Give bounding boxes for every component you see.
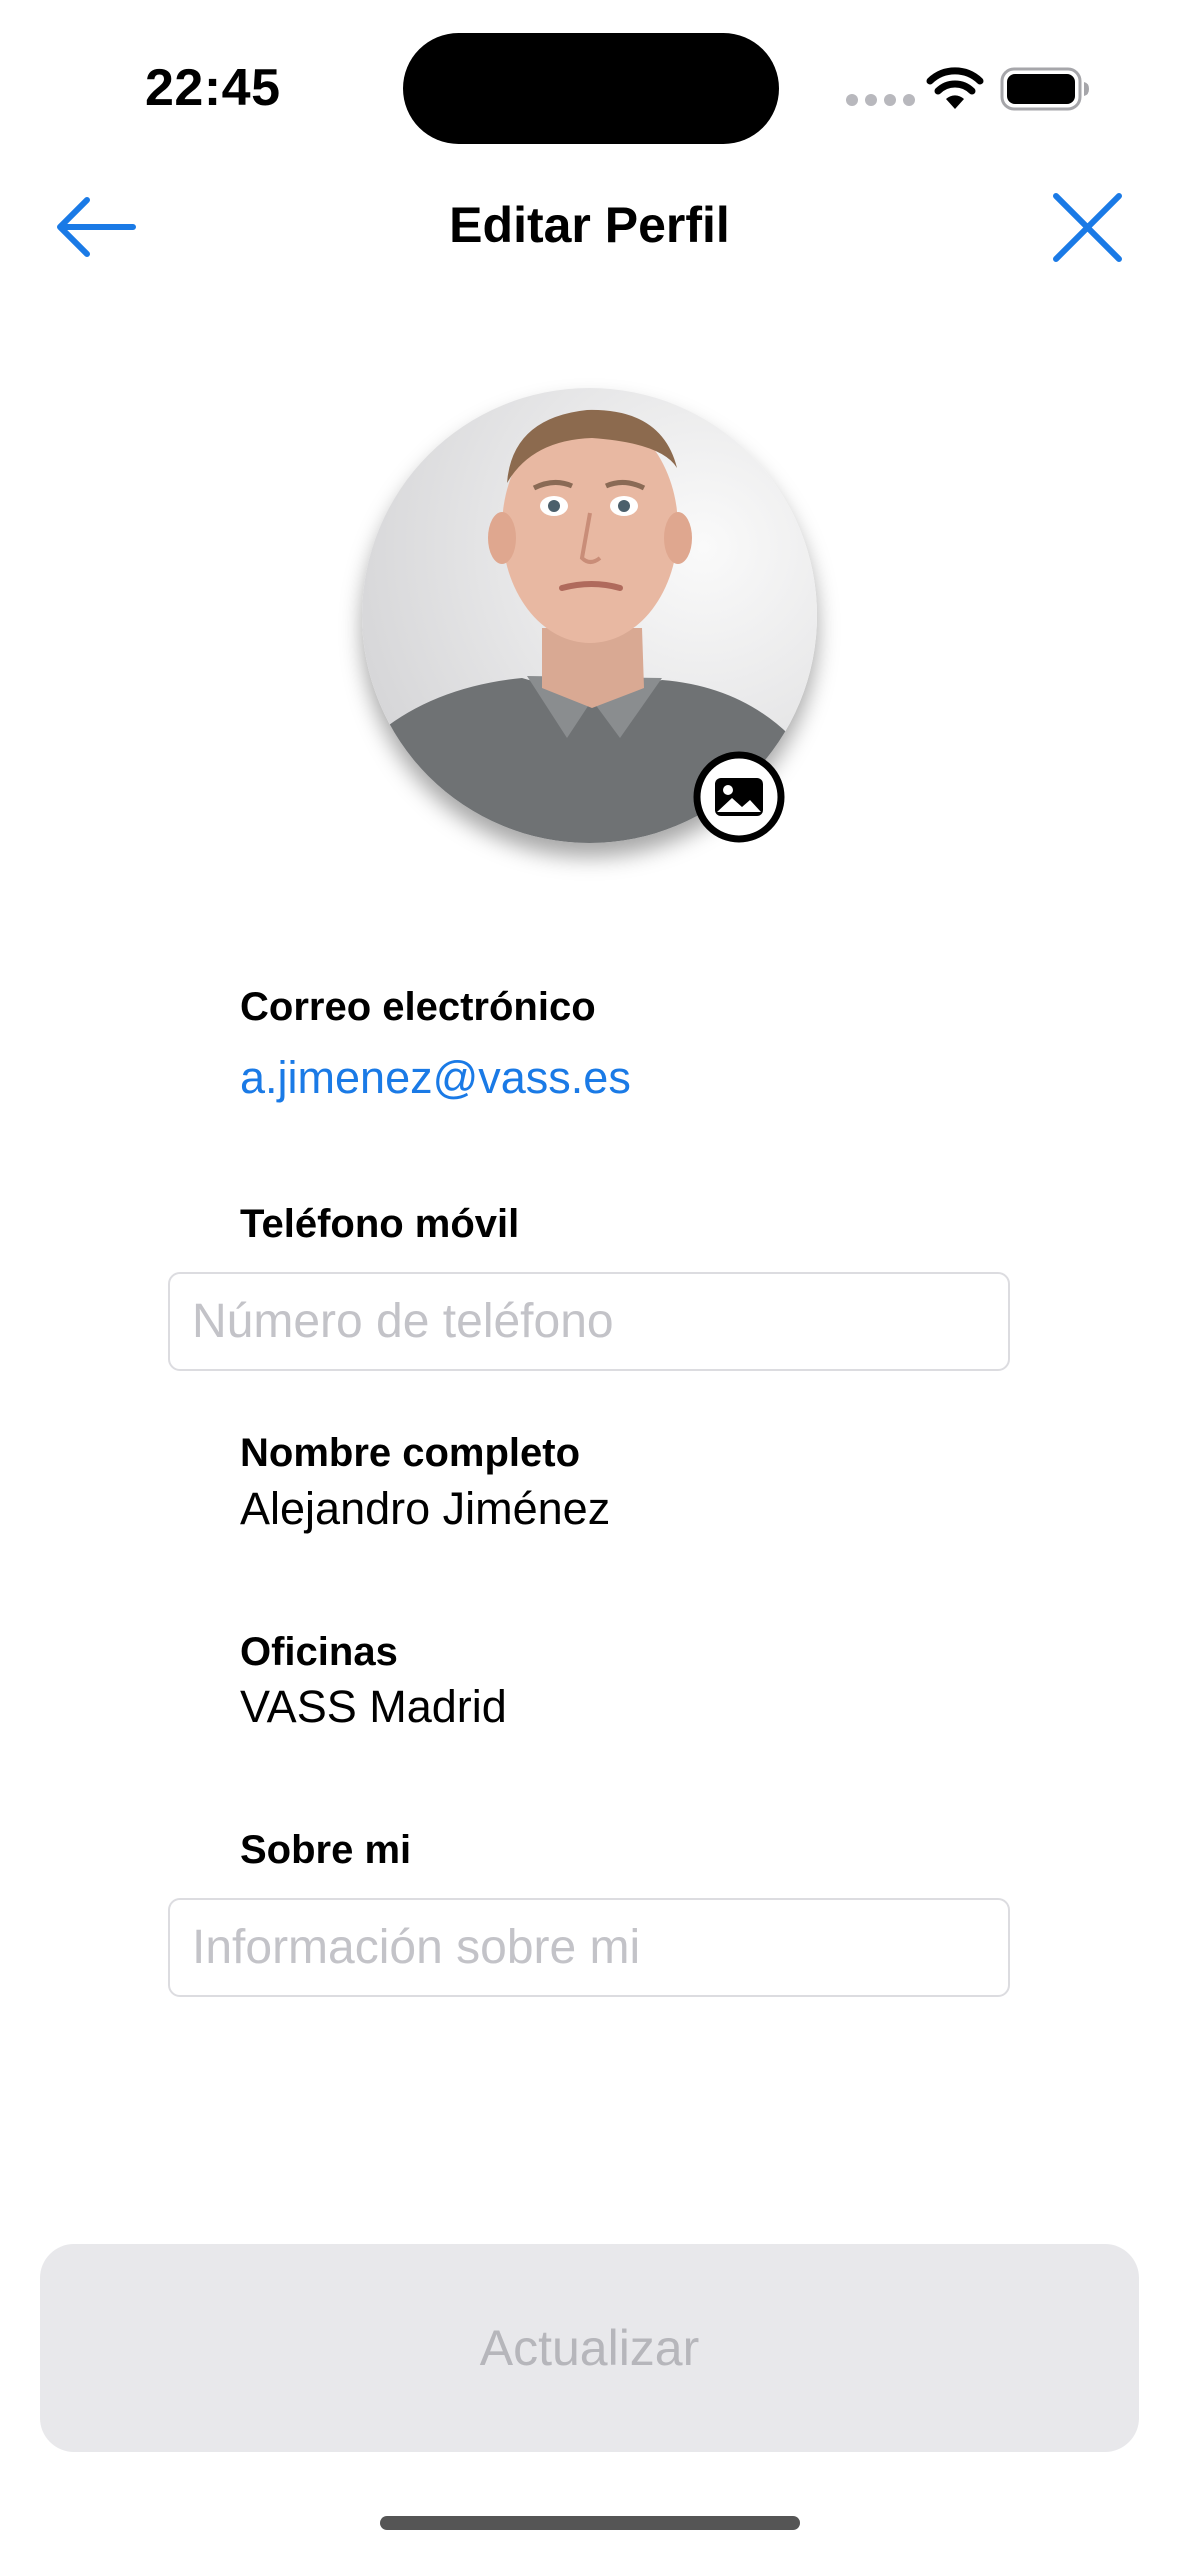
home-indicator[interactable] — [380, 2516, 800, 2530]
dynamic-island — [403, 33, 779, 144]
phone-input[interactable] — [168, 1272, 1010, 1371]
update-button[interactable]: Actualizar — [40, 2244, 1139, 2452]
page-title: Editar Perfil — [449, 197, 730, 253]
full-name-label: Nombre completo — [240, 1431, 581, 1475]
close-button[interactable] — [1050, 190, 1125, 265]
office-value: VASS Madrid — [240, 1681, 507, 1732]
email-label: Correo electrónico — [240, 985, 596, 1029]
phone-label: Teléfono móvil — [240, 1202, 520, 1246]
cellular-signal-icon — [846, 94, 915, 106]
image-icon — [693, 751, 785, 843]
battery-icon — [1000, 67, 1089, 111]
close-icon — [1053, 193, 1122, 262]
email-value[interactable]: a.jimenez@vass.es — [240, 1052, 631, 1104]
status-time: 22:45 — [145, 59, 281, 117]
office-label: Oficinas — [240, 1630, 398, 1674]
wifi-icon — [926, 67, 984, 109]
about-input[interactable] — [168, 1898, 1010, 1997]
full-name-value: Alejandro Jiménez — [240, 1483, 611, 1534]
about-label: Sobre mi — [240, 1828, 412, 1872]
edit-profile-screen: 22:45 Editar Perfil Correo electrónico a… — [0, 0, 1179, 2556]
change-photo-button[interactable] — [692, 750, 786, 844]
